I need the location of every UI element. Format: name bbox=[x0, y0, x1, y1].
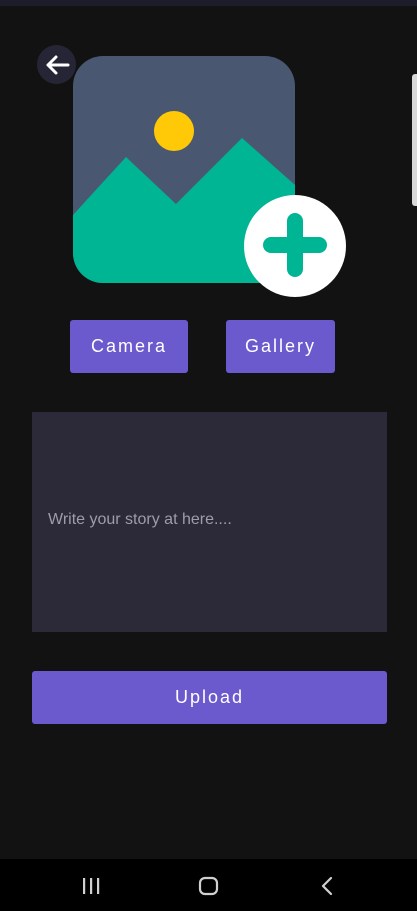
system-navigation-bar bbox=[0, 859, 417, 911]
gallery-button-label: Gallery bbox=[244, 336, 316, 356]
camera-button[interactable]: Camera bbox=[70, 320, 188, 373]
upload-button-label: Upload bbox=[174, 687, 245, 707]
upload-button[interactable]: Upload bbox=[32, 671, 387, 724]
image-add-icon bbox=[73, 56, 346, 297]
story-placeholder: Write your story at here.... bbox=[48, 511, 232, 528]
gallery-button[interactable]: Gallery bbox=[226, 320, 335, 373]
camera-button-label: Camera bbox=[90, 336, 168, 356]
recent-apps-icon bbox=[83, 878, 100, 894]
home-icon bbox=[198, 876, 219, 896]
home-button[interactable] bbox=[196, 873, 222, 899]
image-picker[interactable] bbox=[73, 56, 348, 297]
system-back-button[interactable] bbox=[314, 873, 340, 899]
story-input[interactable]: Write your story at here.... bbox=[32, 412, 387, 632]
status-bar-strip bbox=[0, 0, 417, 6]
arrow-left-icon bbox=[44, 54, 70, 76]
back-button[interactable] bbox=[37, 45, 76, 84]
scroll-indicator[interactable] bbox=[412, 74, 417, 206]
app-screen: Camera Gallery Write your story at here.… bbox=[0, 0, 417, 911]
back-chevron-icon bbox=[321, 876, 333, 896]
recent-apps-button[interactable] bbox=[78, 873, 104, 899]
